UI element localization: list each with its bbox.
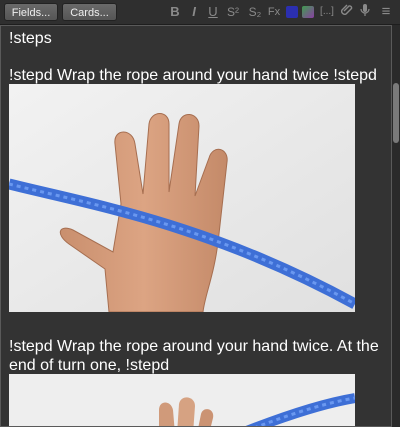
hand-rope-photo-2 <box>9 374 355 426</box>
hand-rope-image-1 <box>9 84 355 312</box>
italic-button[interactable]: I <box>188 3 200 21</box>
step-text-2-line-2: end of turn one, !stepd <box>9 357 170 374</box>
vertical-scrollbar[interactable] <box>392 25 400 427</box>
more-options-button[interactable]: ≡ <box>378 3 394 21</box>
clear-format-button[interactable]: Fx <box>266 3 282 21</box>
step-text-2-line-1: !stepd Wrap the rope around your hand tw… <box>9 338 379 355</box>
cards-button[interactable]: Cards... <box>62 3 117 21</box>
heading-text: !steps <box>9 30 52 47</box>
microphone-icon <box>360 4 370 16</box>
field-editor[interactable]: !steps !stepd Wrap the rope around your … <box>0 25 392 427</box>
attach-icon[interactable] <box>340 3 354 21</box>
cloze-button[interactable]: [...] <box>318 3 336 21</box>
superscript-button[interactable]: S² <box>224 3 242 21</box>
hand-rope-photo-1 <box>9 84 355 312</box>
subscript-button[interactable]: S₂ <box>246 3 264 21</box>
scrollbar-thumb[interactable] <box>393 83 399 143</box>
fields-button[interactable]: Fields... <box>4 3 58 21</box>
text-color-button[interactable] <box>286 6 298 18</box>
step-text-1: !stepd Wrap the rope around your hand tw… <box>9 67 377 84</box>
paperclip-icon <box>341 4 353 15</box>
editor-toolbar: Fields... Cards... B I U S² S₂ Fx [...] … <box>0 0 400 25</box>
bold-button[interactable]: B <box>168 3 182 21</box>
underline-button[interactable]: U <box>206 3 220 21</box>
hand-rope-image-2 <box>9 374 355 426</box>
highlight-color-button[interactable] <box>302 6 314 18</box>
record-audio-button[interactable] <box>358 3 372 21</box>
